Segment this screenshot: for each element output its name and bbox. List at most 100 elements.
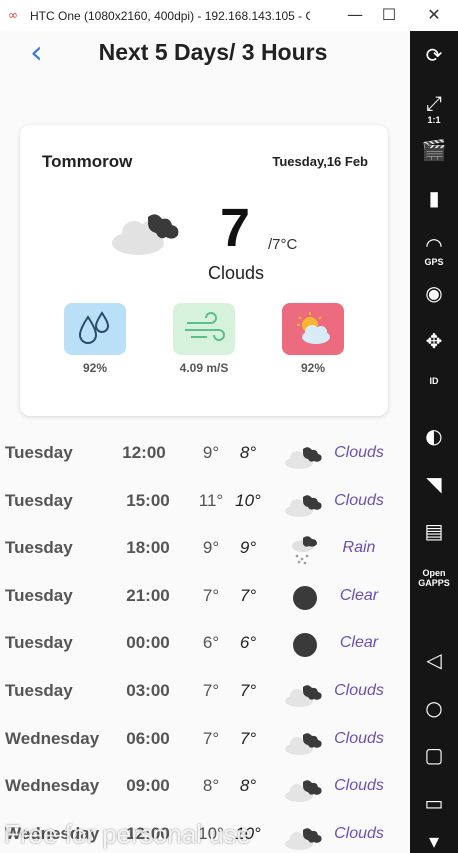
forecast-feels-like: 9°: [239, 538, 257, 558]
forecast-temp: 7°: [202, 585, 220, 605]
forecast-feels-like: 6°: [239, 633, 257, 653]
forecast-day: Tuesday: [5, 443, 73, 462]
forecast-description: Clear: [339, 634, 379, 652]
forecast-day: Wednesday: [5, 776, 100, 796]
humidity-value: 92%: [82, 361, 108, 375]
rotate-icon[interactable]: ⟳: [410, 43, 458, 67]
humidity-icon: [64, 303, 126, 355]
identifiers-icon[interactable]: ID: [410, 376, 458, 386]
forecast-row: Tuesday 12:00 9° 8° Clouds: [0, 433, 410, 473]
clouds-icon: [112, 214, 179, 255]
forecast-row: Wednesday 12:00 10° 10° Clouds: [0, 814, 410, 853]
forecast-day: Tuesday: [5, 633, 73, 653]
menu-icon-glyph: ▭: [424, 791, 444, 815]
wind-icon: [173, 303, 235, 355]
identifiers-icon-label: ID: [429, 376, 439, 386]
back-icon-glyph: ◁: [426, 648, 442, 672]
forecast-temp: 11°: [198, 490, 224, 510]
opengapps-icon-label: Open GAPPS: [418, 568, 450, 588]
move-icon-glyph: ✥: [425, 329, 443, 353]
forecast-row: Tuesday 21:00 7° 7° Clear: [0, 576, 410, 616]
forecast-time: 09:00: [126, 776, 170, 796]
forecast-day: Tuesday: [5, 490, 73, 510]
move-icon[interactable]: ✥: [410, 329, 458, 353]
recents-icon[interactable]: ▢: [410, 743, 458, 767]
screenrecord-icon[interactable]: 🎬: [410, 138, 458, 162]
clouds-icon: [283, 770, 323, 804]
forecast-time: 18:00: [126, 538, 170, 558]
forecast-feels-like: 7°: [239, 681, 257, 700]
forecast-feels-like: 7°: [239, 585, 257, 605]
forecast-row: Wednesday 09:00 8° 8° Clouds: [0, 766, 410, 806]
window-titlebar: ∞ HTC One (1080x2160, 400dpi) - 192.168.…: [0, 0, 458, 32]
forecast-time: 12:00: [122, 443, 166, 462]
rotate-icon-glyph: ⟳: [425, 43, 443, 67]
forecast-day: Tuesday: [5, 538, 73, 558]
home-icon[interactable]: ○: [410, 696, 458, 720]
gps-icon[interactable]: ◠ GPS: [410, 233, 458, 267]
tomorrow-card: Tommorow Tuesday,16 Feb 7 /7°C Clouds 92…: [20, 125, 388, 416]
pixel-perfect-icon-glyph: ⤢: [426, 91, 442, 115]
temperature-value: 7: [220, 198, 251, 258]
close-button[interactable]: ✕: [419, 4, 449, 26]
forecast-description: Rain: [342, 539, 376, 557]
emulator-toolbar: ⟳ ⤢ 1:1 🎬 ▮ ◠ GPS ◉ ✥ ID ◐ ◥ ▤ Open GAPPS ◁ ○ ▢ ▭ ▾: [410, 31, 458, 853]
rain-icon: [283, 532, 323, 566]
forecast-time: 03:00: [126, 681, 170, 700]
page-title: Next 5 Days/ 3 Hours: [98, 39, 328, 65]
menu-icon[interactable]: ▭: [410, 791, 458, 815]
clouds-icon: [283, 723, 323, 757]
forecast-time: 15:00: [126, 490, 170, 510]
feels-like-value: /7°C: [268, 236, 298, 253]
forecast-time: 21:00: [126, 585, 170, 605]
screenrecord-icon-glyph: 🎬: [421, 138, 447, 162]
clear-icon: [283, 627, 323, 661]
clear-icon: [283, 580, 323, 614]
forecast-feels-like: 10°: [235, 490, 261, 510]
clouds-icon: [283, 485, 323, 519]
forecast-description: Clouds: [334, 777, 384, 795]
forecast-row: Tuesday 00:00 6° 6° Clear: [0, 623, 410, 663]
card-date: Tuesday,16 Feb: [272, 154, 368, 169]
clouds-icon: [283, 437, 323, 471]
forecast-temp: 9°: [202, 443, 220, 462]
more-icon-glyph: ▾: [428, 829, 440, 853]
pixel-perfect-icon-label: 1:1: [427, 115, 441, 125]
opengapps-icon[interactable]: Open GAPPS: [410, 568, 458, 588]
forecast-row: Wednesday 06:00 7° 7° Clouds: [0, 719, 410, 759]
forecast-day: Wednesday: [5, 823, 100, 843]
maximize-button[interactable]: ☐: [374, 4, 404, 26]
forecast-temp: 6°: [202, 633, 220, 653]
pixel-perfect-icon[interactable]: ⤢ 1:1: [410, 91, 458, 125]
battery-icon[interactable]: ▮: [410, 186, 458, 210]
clouds-icon: [283, 675, 323, 709]
disk-icon-glyph: ◐: [425, 424, 443, 448]
more-icon[interactable]: ▾: [410, 829, 458, 853]
forecast-temp: 7°: [202, 728, 220, 748]
sun-cloud-value: 92%: [300, 361, 326, 375]
forecast-description: Clouds: [334, 824, 384, 842]
cast-icon[interactable]: ◥: [410, 472, 458, 496]
weather-description: Clouds: [208, 263, 265, 283]
forecast-day: Wednesday: [5, 728, 100, 748]
sms-icon-glyph: ▤: [424, 519, 444, 543]
back-icon[interactable]: ◁: [410, 648, 458, 672]
gps-icon-label: GPS: [424, 257, 444, 267]
camera-icon-glyph: ◉: [425, 281, 443, 305]
forecast-feels-like: 7°: [239, 728, 257, 748]
disk-icon[interactable]: ◐: [410, 424, 458, 448]
forecast-description: Clouds: [334, 682, 384, 699]
cast-icon-glyph: ◥: [426, 472, 442, 496]
gps-icon-glyph: ◠: [425, 233, 443, 257]
wind-stat: 4.09 m/S: [149, 303, 259, 375]
minimize-button[interactable]: —: [340, 4, 370, 26]
forecast-day: Tuesday: [5, 585, 73, 605]
recents-icon-glyph: ▢: [424, 743, 444, 767]
forecast-feels-like: 8°: [239, 443, 257, 462]
forecast-temp: 8°: [202, 776, 220, 796]
clouds-icon: [283, 818, 323, 852]
camera-icon[interactable]: ◉: [410, 281, 458, 305]
forecast-temp: 10°: [198, 823, 224, 843]
sms-icon[interactable]: ▤: [410, 519, 458, 543]
forecast-time: 12:00: [126, 823, 170, 843]
